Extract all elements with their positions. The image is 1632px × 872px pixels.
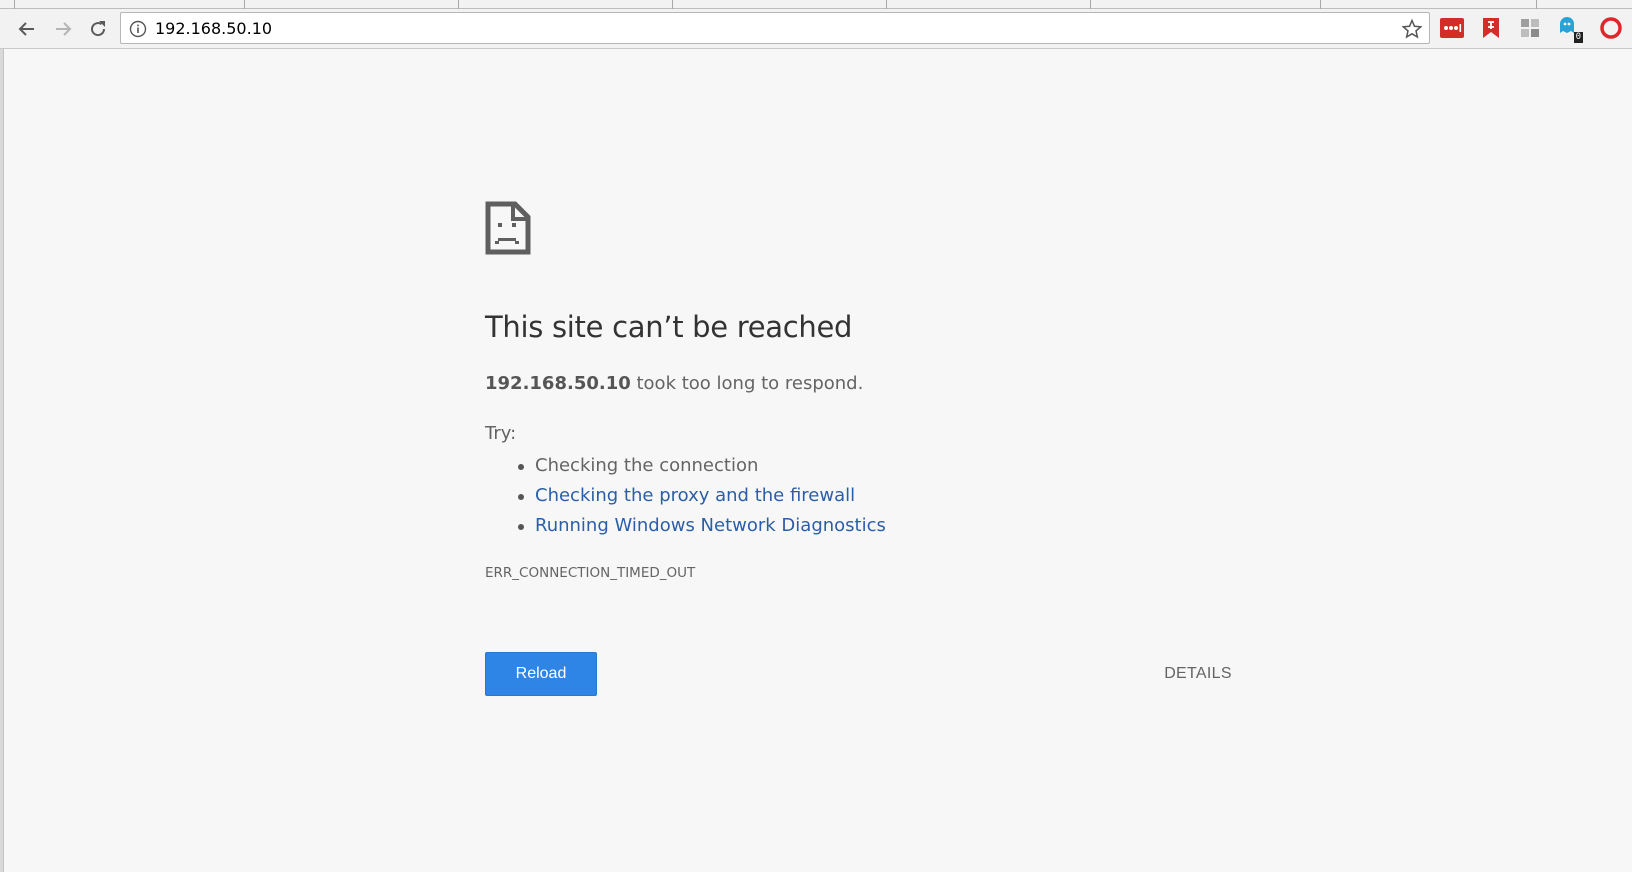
sad-page-icon	[485, 201, 531, 255]
bookmark-extension-button[interactable]	[1476, 13, 1506, 43]
forward-arrow-icon	[56, 22, 72, 36]
error-heading: This site can’t be reached	[485, 310, 853, 344]
error-summary-text: took too long to respond.	[630, 373, 864, 394]
error-host: 192.168.50.10	[485, 373, 631, 394]
red-bookmark-icon	[1483, 18, 1499, 38]
puzzle-icon	[1521, 19, 1539, 37]
opera-extension-button[interactable]	[1596, 13, 1626, 43]
tab-divider	[458, 0, 459, 9]
error-summary: 192.168.50.10 took too long to respond.	[485, 373, 863, 394]
try-label: Try:	[485, 423, 517, 444]
suggestions-list: Checking the connection Checking the pro…	[518, 451, 886, 541]
puzzle-extension-button[interactable]	[1515, 13, 1545, 43]
details-button[interactable]: DETAILS	[1158, 652, 1238, 696]
refresh-icon	[91, 21, 106, 37]
address-bar-url[interactable]: 192.168.50.10	[155, 13, 272, 45]
lastpass-icon	[1440, 18, 1464, 38]
reload-toolbar-button[interactable]	[81, 9, 115, 49]
opera-icon	[1600, 17, 1622, 39]
suggestion-check-proxy-firewall-link[interactable]: Checking the proxy and the firewall	[518, 481, 886, 511]
ghostery-extension-button[interactable]: 0	[1554, 13, 1584, 43]
tab-divider	[1090, 0, 1091, 9]
tab-strip	[0, 0, 1632, 9]
forward-button[interactable]	[46, 9, 80, 49]
bookmark-star-icon[interactable]	[1401, 18, 1423, 40]
suggestion-network-diagnostics-link[interactable]: Running Windows Network Diagnostics	[518, 511, 886, 541]
tab-divider	[244, 0, 245, 9]
ghostery-badge: 0	[1573, 32, 1583, 43]
tab-divider	[886, 0, 887, 9]
reload-button[interactable]: Reload	[485, 652, 597, 696]
address-bar[interactable]: 192.168.50.10	[120, 12, 1430, 44]
tab-divider	[14, 0, 15, 9]
lastpass-extension-button[interactable]	[1437, 13, 1467, 43]
error-code: ERR_CONNECTION_TIMED_OUT	[485, 565, 696, 581]
back-button[interactable]	[10, 9, 44, 49]
browser-toolbar: 192.168.50.10 0	[0, 9, 1632, 49]
back-arrow-icon	[18, 22, 34, 36]
tab-divider	[672, 0, 673, 9]
tab-divider	[1536, 0, 1537, 9]
suggestion-check-connection: Checking the connection	[518, 451, 886, 481]
site-info-icon[interactable]	[129, 20, 147, 38]
tab-divider	[1320, 0, 1321, 9]
window-left-edge	[0, 49, 4, 872]
